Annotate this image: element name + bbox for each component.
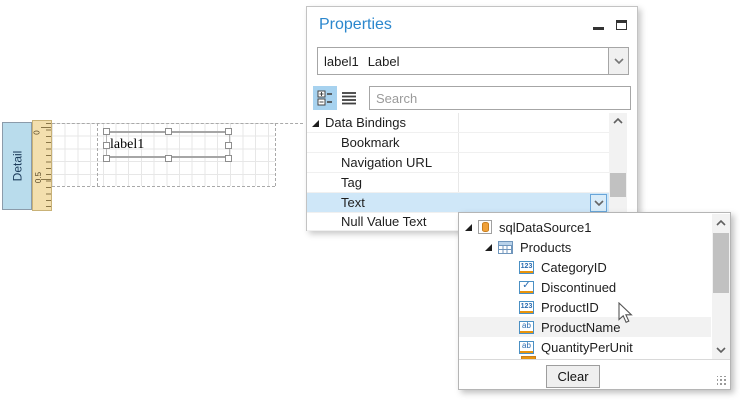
mouse-cursor [618, 301, 634, 327]
page-top-dashed-line [52, 123, 303, 124]
panel-title: Properties [319, 16, 392, 33]
property-row-text[interactable]: Text [307, 193, 609, 213]
label-control-text: label1 [110, 136, 145, 152]
vertical-ruler: 0 0.5 [32, 120, 52, 211]
expand-triangle-icon[interactable] [465, 223, 472, 231]
selection-handle[interactable] [225, 128, 232, 135]
tree-item-products[interactable]: Products [459, 237, 711, 257]
tree-item-label: Discontinued [541, 279, 617, 295]
number-field-icon: 123 [519, 260, 534, 274]
tree-item-label: Products [520, 239, 572, 255]
tree-item-label: ProductID [541, 299, 599, 315]
tree-item-productname[interactable]: ab ProductName [459, 317, 711, 337]
boolean-field-icon: ✓ [519, 280, 534, 294]
selected-object: label1 Label [324, 53, 400, 69]
scroll-up-icon[interactable] [609, 118, 627, 124]
text-value-dropdown-button[interactable] [590, 194, 607, 212]
property-row-tag[interactable]: Tag [307, 173, 609, 193]
minimize-icon[interactable] [593, 27, 604, 30]
combobox-dropdown-button[interactable] [608, 48, 628, 74]
popup-scrollbar[interactable] [712, 214, 730, 359]
selection-handle[interactable] [165, 128, 172, 135]
selection-handle[interactable] [165, 155, 172, 162]
object-selector-combobox[interactable]: label1 Label [317, 47, 629, 75]
band-bottom-dashed-line [52, 186, 275, 187]
scrollbar-thumb[interactable] [610, 173, 626, 197]
selection-handle[interactable] [225, 142, 232, 149]
margin-left-dashed-line [97, 123, 98, 186]
table-icon [498, 240, 513, 254]
property-row-navigation-url[interactable]: Navigation URL [307, 153, 609, 173]
categorized-icon [317, 90, 332, 106]
window-buttons [593, 19, 627, 30]
tree-item-sqldatasource1[interactable]: sqlDataSource1 [459, 217, 711, 237]
categorized-view-button[interactable] [313, 86, 337, 110]
tree-item-productid[interactable]: 123 ProductID [459, 297, 711, 317]
property-label: Tag [341, 175, 362, 190]
alphabetical-view-button[interactable] [337, 86, 361, 110]
chevron-down-icon [593, 200, 604, 206]
collapse-triangle-icon[interactable] [312, 120, 319, 127]
search-input[interactable] [369, 86, 631, 110]
maximize-icon[interactable] [616, 19, 627, 30]
list-icon [342, 92, 356, 105]
property-grid-toolbar [313, 85, 633, 111]
selection-handle[interactable] [103, 155, 110, 162]
number-field-icon: 123 [519, 300, 534, 314]
ruler-major-tick [41, 127, 51, 128]
property-label: Navigation URL [341, 155, 433, 170]
tree-item-label: sqlDataSource1 [499, 219, 592, 235]
selection-handle[interactable] [225, 155, 232, 162]
property-label: Bookmark [341, 135, 400, 150]
field-list-tree: sqlDataSource1 Products 123 CategoryID ✓… [459, 213, 711, 359]
selection-handle[interactable] [103, 128, 110, 135]
category-label: Data Bindings [325, 115, 406, 130]
text-field-icon: ab [519, 340, 534, 354]
popup-separator [459, 359, 730, 360]
chevron-down-icon [613, 58, 624, 64]
field-list-popup: sqlDataSource1 Products 123 CategoryID ✓… [458, 212, 731, 390]
tree-item-label: QuantityPerUnit [541, 339, 633, 355]
report-designer-screenshot: Detail 0 0.5 label1 Properties label1 Lab… [0, 0, 740, 403]
properties-panel: Properties label1 Label Search Data Bind… [306, 6, 638, 231]
ruler-mark-0: 0 [32, 130, 42, 135]
clear-button[interactable]: Clear [546, 365, 600, 388]
margin-right-dashed-line [275, 123, 276, 186]
category-row-data-bindings[interactable]: Data Bindings [307, 113, 609, 133]
tree-item-label: CategoryID [541, 259, 607, 275]
tree-item-discontinued[interactable]: ✓ Discontinued [459, 277, 711, 297]
tree-item-categoryid[interactable]: 123 CategoryID [459, 257, 711, 277]
tree-item-label: ProductName [541, 319, 621, 335]
scroll-up-icon[interactable] [712, 220, 730, 226]
property-label: Null Value Text [341, 214, 427, 229]
scrollbar-thumb[interactable] [713, 233, 729, 293]
tree-item-quantityperunit[interactable]: ab QuantityPerUnit [459, 337, 711, 357]
text-field-icon: ab [519, 320, 534, 334]
arrow-cursor-icon [618, 301, 633, 324]
selection-handle[interactable] [103, 142, 110, 149]
detail-band-label: Detail [10, 150, 24, 182]
ruler-mark-05: 0.5 [34, 171, 44, 184]
datasource-icon [478, 220, 492, 234]
resize-grip[interactable] [717, 376, 727, 386]
label-control[interactable]: label1 [103, 128, 232, 162]
property-label: Text [341, 195, 365, 210]
detail-band-tab[interactable]: Detail [2, 122, 32, 210]
property-row-bookmark[interactable]: Bookmark [307, 133, 609, 153]
expand-triangle-icon[interactable] [485, 243, 492, 251]
scroll-down-icon[interactable] [712, 347, 730, 353]
